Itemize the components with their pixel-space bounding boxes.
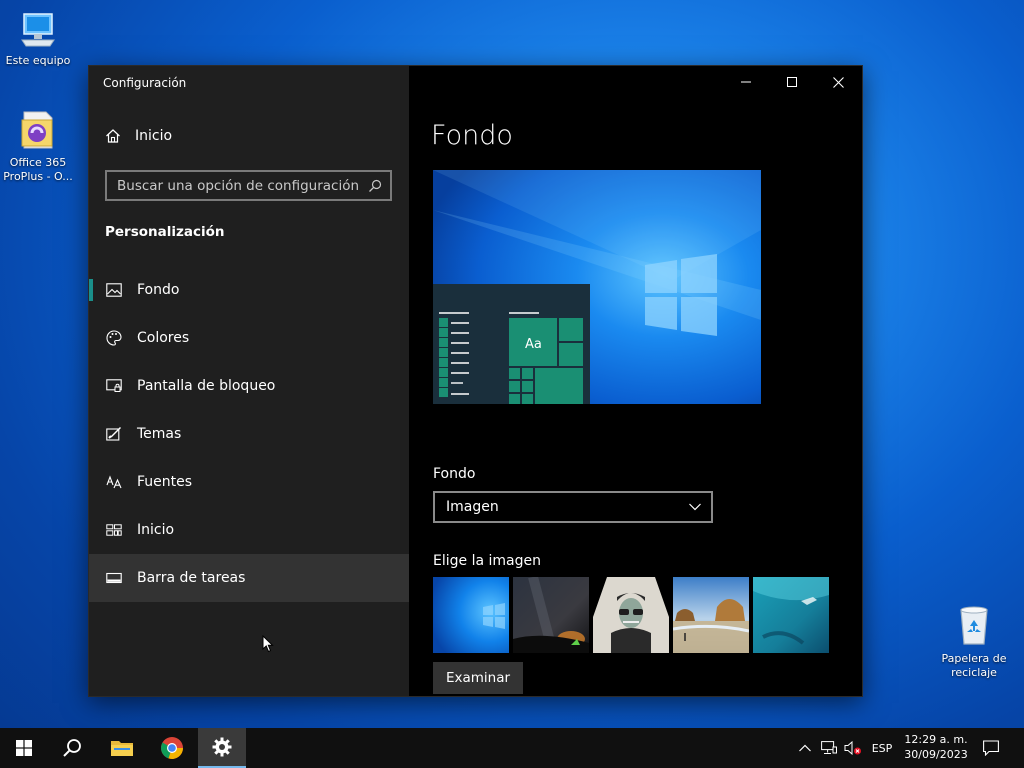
browse-button[interactable]: Examinar (433, 662, 523, 694)
maximize-icon (787, 77, 797, 87)
thumbnail-windows-blue[interactable] (433, 577, 509, 653)
content-pane: Fondo Aa Fondo Imagen Elige la imagen Ex… (409, 66, 862, 696)
picture-icon (105, 281, 123, 299)
nav-item-colores[interactable]: Colores (89, 314, 409, 362)
desktop-icon-recycle-bin[interactable]: Papelera de reciclaje (936, 602, 1012, 680)
clock-date: 30/09/2023 (904, 748, 968, 761)
nav-item-label: Temas (137, 426, 182, 442)
clock-time: 12:29 a. m. (904, 733, 968, 746)
chrome-icon (161, 737, 183, 759)
maximize-button[interactable] (769, 66, 815, 98)
start-button[interactable] (0, 728, 48, 768)
nav-item-fondo[interactable]: Fondo (89, 266, 409, 314)
notifications-button[interactable] (980, 728, 1002, 768)
desktop-icon-label: Papelera de reciclaje (941, 652, 1007, 679)
background-type-dropdown[interactable]: Imagen (433, 491, 713, 523)
dropdown-value: Imagen (446, 499, 499, 515)
background-preview: Aa (433, 170, 761, 404)
notification-icon (983, 740, 999, 756)
close-button[interactable] (815, 66, 861, 98)
nav-item-label: Inicio (137, 522, 175, 538)
themes-icon (105, 425, 123, 443)
nav-item-fuentes[interactable]: Fuentes (89, 458, 409, 506)
windows-start-icon (16, 740, 32, 756)
home-icon (106, 129, 120, 143)
network-icon (821, 741, 837, 754)
desktop-icon-label: Office 365 ProPlus - O... (3, 156, 73, 183)
section-title: Personalización (105, 224, 225, 240)
nav-list: Fondo Colores Pantalla de bloqueo Temas (89, 266, 409, 602)
preview-sample-text: Aa (525, 337, 542, 352)
chevron-down-icon (689, 503, 701, 511)
close-icon (832, 76, 844, 88)
folder-icon (111, 741, 133, 756)
clock[interactable]: 12:29 a. m. 30/09/2023 (900, 732, 972, 762)
computer-icon (21, 13, 55, 47)
taskbar: ESP 12:29 a. m. 30/09/2023 (0, 728, 1024, 768)
image-thumbnails (433, 577, 829, 653)
nav-item-label: Fuentes (137, 474, 193, 490)
file-explorer-button[interactable] (98, 728, 146, 768)
show-hidden-icons-button[interactable] (794, 728, 816, 768)
desktop-icon-this-pc[interactable]: Este equipo (0, 10, 76, 68)
search-input[interactable]: Buscar una opción de configuración (105, 170, 392, 201)
nav-item-label: Colores (137, 330, 190, 346)
search-placeholder: Buscar una opción de configuración (117, 177, 360, 194)
search-button[interactable] (48, 728, 96, 768)
nav-item-temas[interactable]: Temas (89, 410, 409, 458)
background-label: Fondo (433, 466, 476, 482)
nav-item-pantalla-de-bloqueo[interactable]: Pantalla de bloqueo (89, 362, 409, 410)
lock-screen-icon (105, 377, 123, 395)
taskbar-icon (105, 569, 123, 587)
volume-muted-icon (844, 741, 861, 755)
nav-item-inicio[interactable]: Inicio (89, 506, 409, 554)
volume-button[interactable] (842, 728, 864, 768)
thumbnail-underwater[interactable] (753, 577, 829, 653)
office-installer-icon (21, 111, 53, 149)
window-title: Configuración (103, 76, 187, 90)
minimize-icon (741, 81, 751, 83)
nav-item-label: Fondo (137, 282, 180, 298)
thumbnail-night-sky[interactable] (513, 577, 589, 653)
desktop-icon-office[interactable]: Office 365 ProPlus - O... (0, 108, 76, 184)
choose-image-label: Elige la imagen (433, 553, 541, 569)
fonts-icon (105, 473, 123, 491)
minimize-button[interactable] (723, 66, 769, 98)
desktop-icon-label: Este equipo (5, 54, 71, 67)
network-button[interactable] (818, 728, 840, 768)
settings-taskbar-button[interactable] (198, 728, 246, 768)
thumbnail-beach-rocks[interactable] (673, 577, 749, 653)
search-icon (63, 739, 81, 757)
home-link[interactable]: Inicio (105, 128, 172, 144)
search-icon[interactable] (368, 179, 382, 193)
chrome-button[interactable] (148, 728, 196, 768)
chevron-up-icon (799, 744, 811, 752)
page-title: Fondo (431, 120, 513, 151)
gear-icon (212, 737, 232, 757)
mouse-cursor (262, 635, 274, 653)
recycle-bin-icon (960, 606, 988, 645)
home-label: Inicio (135, 128, 173, 144)
nav-item-label: Barra de tareas (137, 570, 246, 586)
settings-window: Configuración Inicio Buscar una opción d… (88, 65, 863, 697)
palette-icon (105, 329, 123, 347)
sidebar: Configuración Inicio Buscar una opción d… (89, 66, 409, 696)
language-indicator[interactable]: ESP (866, 728, 898, 768)
nav-item-barra-de-tareas[interactable]: Barra de tareas (89, 554, 409, 602)
thumbnail-illustration[interactable] (593, 577, 669, 653)
nav-item-label: Pantalla de bloqueo (137, 378, 276, 394)
start-layout-icon (105, 521, 123, 539)
